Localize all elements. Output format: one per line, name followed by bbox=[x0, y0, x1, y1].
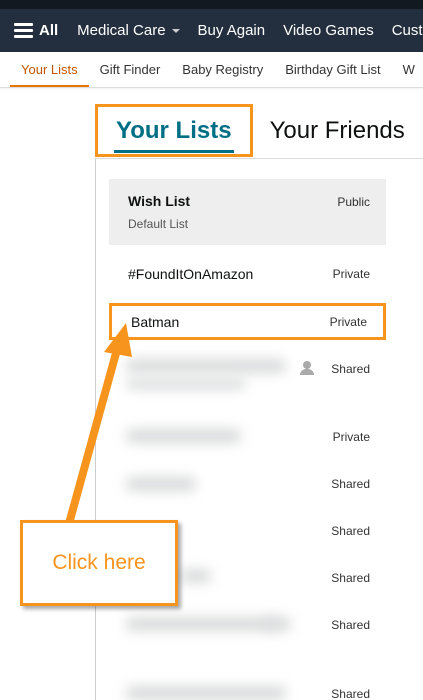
list-visibility: Private bbox=[332, 267, 370, 281]
callout-text: Click here bbox=[52, 551, 146, 574]
nav-item-label: Medical Care bbox=[77, 22, 166, 39]
tab-label: Your Friends bbox=[269, 116, 405, 144]
list-visibility: Shared bbox=[331, 362, 370, 376]
nav-item-label: Video Games bbox=[283, 22, 374, 39]
list-visibility: Public bbox=[337, 195, 370, 209]
subnav-birthday-gift-list[interactable]: Birthday Gift List bbox=[274, 52, 391, 87]
list-subtitle: Default List bbox=[128, 217, 189, 231]
list-item-hidden-3[interactable]: Shared bbox=[109, 469, 386, 499]
lists-sidebar: Wish List Default List Public #FoundItOn… bbox=[95, 158, 423, 700]
subnav-label: Your Lists bbox=[21, 62, 78, 77]
list-visibility: Shared bbox=[331, 618, 370, 632]
nav-item-label: Buy Again bbox=[197, 22, 266, 39]
lists-subnav: Your Lists Gift Finder Baby Registry Bir… bbox=[0, 52, 423, 88]
list-visibility: Shared bbox=[331, 524, 370, 538]
tab-label: Your Lists bbox=[116, 116, 232, 144]
subnav-label: Birthday Gift List bbox=[285, 62, 381, 77]
list-item-founditonamazon[interactable]: #FoundItOnAmazon Private bbox=[109, 259, 386, 289]
list-visibility: Private bbox=[329, 314, 367, 329]
list-visibility: Shared bbox=[331, 571, 370, 585]
subnav-label: Baby Registry bbox=[182, 62, 264, 77]
nav-item-buy-again[interactable]: Buy Again bbox=[189, 22, 275, 39]
list-visibility: Private bbox=[332, 430, 370, 444]
list-item-hidden-7[interactable]: Shared bbox=[109, 679, 386, 700]
list-item-batman[interactable]: Batman Private bbox=[109, 303, 386, 340]
nav-item-label: Cust bbox=[391, 22, 423, 39]
subnav-label: W bbox=[402, 62, 415, 77]
top-strip bbox=[0, 0, 423, 9]
nav-item-medical-care[interactable]: Medical Care bbox=[68, 22, 188, 39]
list-item-text: Wish List Default List bbox=[128, 193, 190, 231]
list-visibility: Shared bbox=[331, 687, 370, 700]
nav-item-customer-service[interactable]: Cust bbox=[383, 22, 423, 39]
subnav-wedding[interactable]: W bbox=[392, 52, 423, 87]
all-menu-label: All bbox=[39, 22, 59, 39]
list-item-hidden-2[interactable]: Private bbox=[109, 422, 386, 452]
caret-down-icon bbox=[171, 28, 180, 33]
hamburger-icon bbox=[14, 23, 33, 38]
list-name: Wish List bbox=[128, 193, 191, 209]
main-nav-bar: All Medical Care Buy Again Video Games C… bbox=[0, 9, 423, 52]
list-item-hidden-6[interactable]: Shared bbox=[109, 610, 386, 640]
nav-item-video-games[interactable]: Video Games bbox=[274, 22, 383, 39]
click-here-callout: Click here bbox=[20, 520, 178, 606]
list-item-hidden-1[interactable]: Shared bbox=[109, 354, 386, 384]
tab-your-lists[interactable]: Your Lists bbox=[95, 104, 253, 157]
list-visibility: Shared bbox=[331, 477, 370, 491]
lists-tabs: Your Lists Your Friends bbox=[95, 104, 405, 157]
subnav-gift-finder[interactable]: Gift Finder bbox=[89, 52, 172, 87]
list-name: Batman bbox=[131, 313, 180, 330]
all-menu-button[interactable]: All bbox=[0, 22, 68, 39]
tab-your-friends[interactable]: Your Friends bbox=[253, 104, 405, 157]
list-name: #FoundItOnAmazon bbox=[128, 266, 254, 282]
subnav-your-lists[interactable]: Your Lists bbox=[10, 52, 89, 87]
subnav-label: Gift Finder bbox=[99, 62, 161, 77]
list-item-wish-list[interactable]: Wish List Default List Public bbox=[109, 179, 386, 245]
subnav-baby-registry[interactable]: Baby Registry bbox=[171, 52, 274, 87]
